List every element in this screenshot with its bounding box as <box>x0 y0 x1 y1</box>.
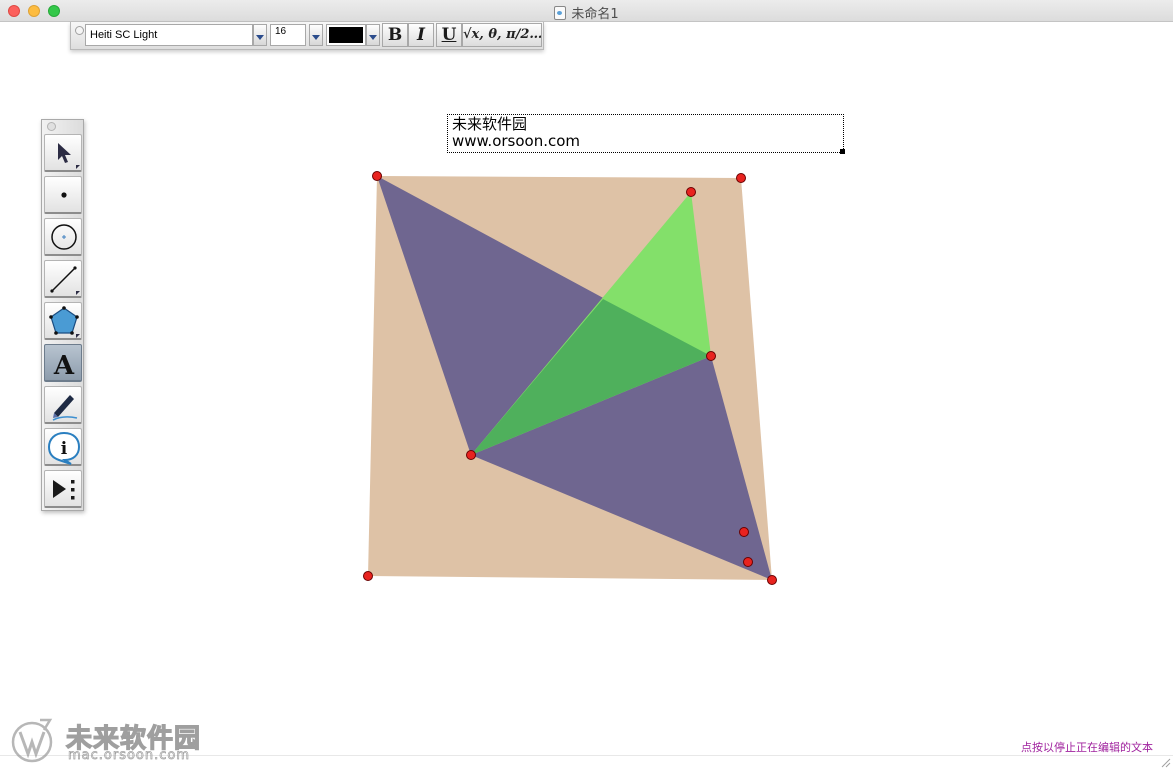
vertex-point[interactable] <box>743 557 753 567</box>
vertex-point[interactable] <box>466 450 476 460</box>
vertex-point[interactable] <box>767 575 777 585</box>
vertex-point[interactable] <box>363 571 373 581</box>
vertex-point[interactable] <box>372 171 382 181</box>
watermark: 未来软件园 mac.orsoon.com <box>10 716 210 766</box>
watermark-url: mac.orsoon.com <box>68 748 191 764</box>
vertex-point[interactable] <box>736 173 746 183</box>
text-line-2: www.orsoon.com <box>452 132 581 150</box>
watermark-logo-icon <box>11 718 53 763</box>
vertex-point[interactable] <box>739 527 749 537</box>
vertex-point[interactable] <box>706 351 716 361</box>
window-resize-grip-icon[interactable] <box>1159 756 1171 768</box>
status-message: 点按以停止正在编辑的文本 <box>1021 741 1153 754</box>
text-box-resize-handle[interactable] <box>840 149 845 154</box>
text-line-1: 未来软件园 <box>452 115 528 133</box>
canvas-text-box[interactable]: 未来软件园 www.orsoon.com <box>447 114 845 154</box>
vertex-point[interactable] <box>686 187 696 197</box>
